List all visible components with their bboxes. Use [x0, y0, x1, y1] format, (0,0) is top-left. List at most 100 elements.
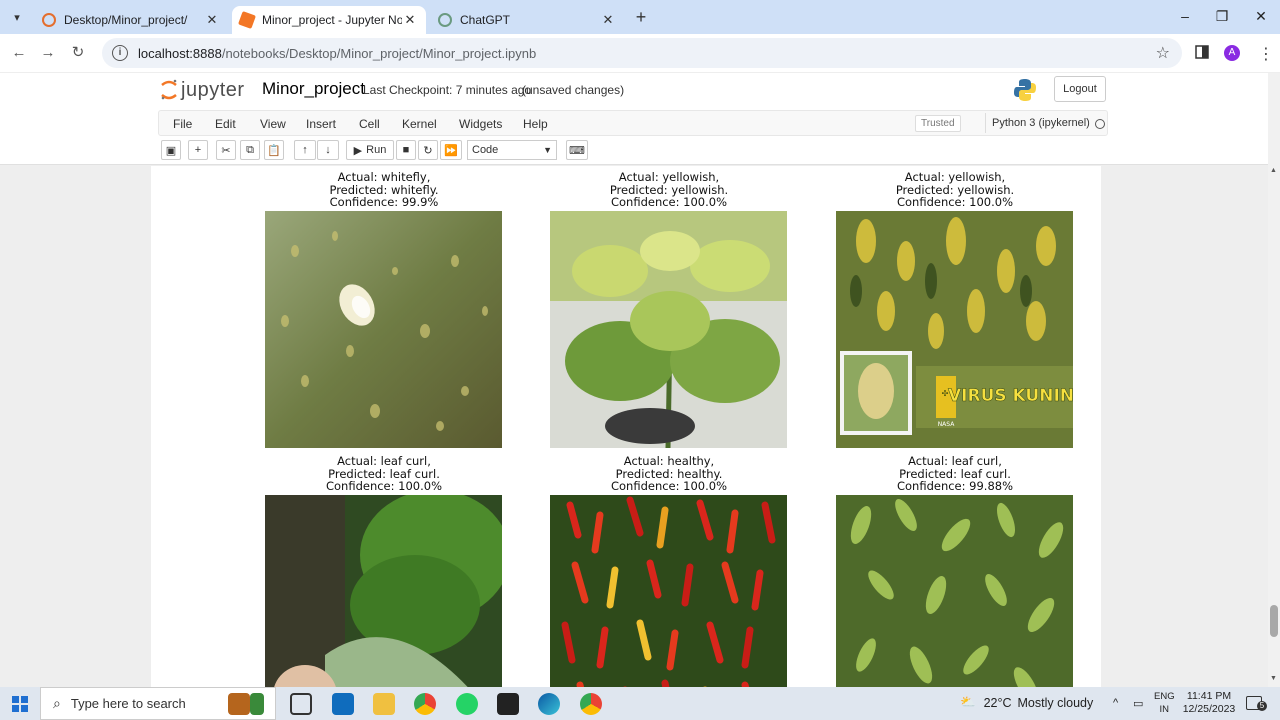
restart-icon: ↻: [423, 144, 433, 157]
cell-type-select[interactable]: Code ▼: [467, 140, 557, 160]
language-indicator[interactable]: ENG IN: [1154, 690, 1175, 716]
edge-icon[interactable]: [538, 693, 560, 715]
cell-type-value: Code: [472, 144, 499, 156]
prediction-caption: Actual: leaf curl, Predicted: leaf curl.…: [234, 455, 534, 493]
task-view-icon[interactable]: [290, 693, 312, 715]
address-bar[interactable]: i localhost:8888/notebooks/Desktop/Minor…: [102, 38, 1182, 68]
taskbar-clock[interactable]: 11:41 PM 12/25/2023: [1178, 690, 1240, 716]
url-path: /notebooks/Desktop/Minor_project/Minor_p…: [221, 45, 537, 61]
clock-time: 11:41 PM: [1186, 690, 1232, 702]
prediction-caption: Actual: yellowish, Predicted: yellowish.…: [805, 171, 1101, 209]
chrome-profile-icon[interactable]: [580, 693, 602, 715]
terminal-icon[interactable]: [497, 693, 519, 715]
notification-icon[interactable]: 5: [1246, 696, 1267, 711]
actual-label: Actual: leaf curl,: [337, 454, 431, 468]
save-button[interactable]: ▣: [161, 140, 181, 160]
tab-desktop[interactable]: Desktop/Minor_project/ ✕: [34, 6, 228, 34]
info-icon[interactable]: i: [112, 45, 128, 61]
leaf-curl-field-image: [836, 495, 1073, 687]
holiday-house-icon[interactable]: [228, 693, 250, 715]
menu-widgets[interactable]: Widgets: [459, 117, 502, 131]
restart-button[interactable]: ↻: [418, 140, 438, 160]
actual-label: Actual: leaf curl,: [908, 454, 1002, 468]
close-tab-icon[interactable]: ✕: [204, 12, 220, 28]
forward-icon[interactable]: →: [37, 42, 59, 64]
arrow-up-icon: ↑: [302, 144, 308, 156]
chatgpt-favicon-icon: [438, 13, 452, 27]
copy-icon: ⧉: [246, 143, 254, 156]
logout-button[interactable]: Logout: [1054, 76, 1106, 102]
confidence-label: Confidence: 100.0%: [896, 195, 1014, 209]
lang-region: IN: [1159, 704, 1170, 715]
notebook-output-area[interactable]: Actual: whitefly, Predicted: whitefly. C…: [151, 166, 1101, 687]
page-scrollbar[interactable]: ▲ ▼: [1268, 73, 1280, 687]
chrome-icon[interactable]: [414, 693, 436, 715]
chevron-down-icon: ▼: [543, 145, 552, 155]
paste-button[interactable]: 📋: [264, 140, 284, 160]
menu-cell[interactable]: Cell: [359, 117, 380, 131]
profile-avatar[interactable]: A: [1224, 45, 1240, 61]
kernel-idle-icon: [1095, 119, 1105, 129]
move-down-button[interactable]: ↓: [317, 140, 339, 160]
close-window-icon[interactable]: ✕: [1251, 8, 1271, 25]
christmas-tree-icon[interactable]: [250, 693, 264, 715]
menu-edit[interactable]: Edit: [215, 117, 236, 131]
menu-help[interactable]: Help: [523, 117, 548, 131]
browser-menu-icon[interactable]: ⋮: [1258, 44, 1274, 64]
menu-view[interactable]: View: [260, 117, 286, 131]
actual-label: Actual: healthy,: [623, 454, 715, 468]
command-palette-button[interactable]: ⌨: [566, 140, 588, 160]
fast-forward-icon: ⏩: [444, 144, 458, 157]
move-up-button[interactable]: ↑: [294, 140, 316, 160]
windows-start-icon[interactable]: [12, 696, 28, 712]
tab-title: Minor_project - Jupyter Notebo: [262, 13, 402, 27]
save-icon: ▣: [165, 144, 177, 157]
notebook-name[interactable]: Minor_project: [262, 79, 365, 99]
chevron-up-icon[interactable]: ^: [1113, 697, 1118, 709]
scroll-up-icon[interactable]: ▲: [1270, 167, 1277, 174]
notification-count: 5: [1257, 701, 1267, 711]
jupyter-logo[interactable]: jupyter: [160, 77, 245, 103]
kernel-name[interactable]: Python 3 (ipykernel): [985, 113, 1090, 133]
maximize-icon[interactable]: ❐: [1212, 8, 1232, 25]
bookmark-star-icon[interactable]: ☆: [1156, 43, 1170, 63]
leaf-curl-image: [265, 495, 502, 687]
minimize-icon[interactable]: –: [1175, 8, 1195, 24]
play-icon: ▶: [353, 144, 363, 157]
new-tab-icon[interactable]: +: [630, 7, 652, 29]
file-explorer-icon[interactable]: [373, 693, 395, 715]
keyboard-icon: ⌨: [569, 144, 585, 157]
insert-cell-button[interactable]: +: [188, 140, 208, 160]
weather-widget[interactable]: ⛅ 22°C Mostly cloudy: [960, 695, 1093, 710]
tab-title: ChatGPT: [460, 13, 511, 27]
mail-icon[interactable]: [332, 693, 354, 715]
side-panel-icon[interactable]: [1195, 45, 1209, 59]
cut-button[interactable]: ✂: [216, 140, 236, 160]
search-placeholder: Type here to search: [70, 696, 186, 711]
menu-kernel[interactable]: Kernel: [402, 117, 437, 131]
menu-file[interactable]: File: [173, 117, 192, 131]
interrupt-button[interactable]: ■: [396, 140, 416, 160]
tab-notebook[interactable]: Minor_project - Jupyter Notebo ✕: [232, 6, 426, 34]
close-tab-icon[interactable]: ✕: [402, 12, 418, 28]
close-tab-icon[interactable]: ✕: [600, 12, 616, 28]
prediction-caption: Actual: leaf curl, Predicted: leaf curl.…: [805, 455, 1101, 493]
whatsapp-icon[interactable]: [456, 693, 478, 715]
run-button[interactable]: ▶ Run: [346, 140, 394, 160]
chevron-down-icon: ▾: [14, 11, 20, 24]
arrow-down-icon: ↓: [325, 144, 331, 156]
back-icon[interactable]: ←: [8, 42, 30, 64]
tab-chatgpt[interactable]: ChatGPT ✕: [430, 6, 624, 34]
scroll-down-icon[interactable]: ▼: [1270, 675, 1277, 682]
battery-icon[interactable]: ▭: [1133, 697, 1143, 710]
menu-insert[interactable]: Insert: [306, 117, 336, 131]
python-logo-icon: [1014, 79, 1036, 101]
copy-button[interactable]: ⧉: [240, 140, 260, 160]
scrollbar-thumb[interactable]: [1270, 605, 1278, 637]
trusted-indicator[interactable]: Trusted: [915, 115, 961, 132]
reload-icon[interactable]: ↻: [67, 42, 89, 64]
restart-run-all-button[interactable]: ⏩: [440, 140, 462, 160]
jupyter-header: jupyter Minor_project Last Checkpoint: 7…: [0, 73, 1268, 165]
tab-search-button[interactable]: ▾: [6, 6, 28, 28]
confidence-label: Confidence: 100.0%: [610, 479, 728, 493]
